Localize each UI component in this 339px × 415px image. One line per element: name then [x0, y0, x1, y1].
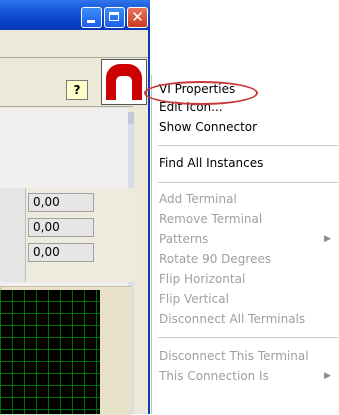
menu-item-add-terminal[interactable]: Add Terminal: [159, 190, 337, 209]
numeric-indicator[interactable]: 0,00: [28, 218, 94, 237]
menu-item-this-connection-is[interactable]: This Connection Is ▶: [159, 367, 337, 386]
menu-separator: [158, 182, 338, 183]
maximize-icon: [109, 12, 119, 21]
waveform-graph-plot-area[interactable]: [0, 290, 100, 414]
menu-item-find-all-instances[interactable]: Find All Instances: [159, 154, 337, 173]
menu-separator: [158, 337, 338, 338]
menu-separator: [158, 145, 338, 146]
numeric-indicator[interactable]: 0,00: [28, 243, 94, 262]
numeric-indicator[interactable]: 0,00: [28, 193, 94, 212]
menu-item-show-connector[interactable]: Show Connector: [159, 118, 337, 137]
menu-item-disconnect-this-terminal[interactable]: Disconnect This Terminal: [159, 347, 337, 366]
submenu-arrow-icon: ▶: [324, 371, 331, 381]
menu-item-disconnect-all-terminals[interactable]: Disconnect All Terminals: [159, 310, 337, 329]
context-menu: VI Properties Edit Icon... Show Connecto…: [151, 75, 339, 414]
minimize-icon: [87, 20, 95, 23]
scroll-up-arrow[interactable]: [128, 112, 134, 124]
highlight-annotation-ellipse: [144, 81, 258, 105]
toolbar-divider: [0, 106, 133, 107]
submenu-arrow-icon: ▶: [324, 234, 331, 244]
minimize-button[interactable]: [81, 7, 102, 28]
maximize-button[interactable]: [104, 7, 125, 28]
menu-item-this-connection-is-label: This Connection Is: [159, 369, 269, 383]
array-index-display[interactable]: [0, 188, 26, 282]
menubar-divider: [0, 57, 148, 58]
menu-item-remove-terminal[interactable]: Remove Terminal: [159, 210, 337, 229]
menu-item-rotate-90-degrees[interactable]: Rotate 90 Degrees: [159, 250, 337, 269]
menu-item-patterns[interactable]: Patterns ▶: [159, 230, 337, 249]
menu-item-patterns-label: Patterns: [159, 232, 209, 246]
close-icon: ✕: [131, 8, 144, 26]
menu-item-flip-vertical[interactable]: Flip Vertical: [159, 290, 337, 309]
window-titlebar: ✕: [0, 0, 150, 30]
vi-icon[interactable]: [101, 59, 147, 105]
menu-item-flip-horizontal[interactable]: Flip Horizontal: [159, 270, 337, 289]
close-button[interactable]: ✕: [127, 7, 148, 28]
context-help-button[interactable]: ?: [66, 80, 88, 100]
vi-icon-cutout: [116, 76, 132, 100]
